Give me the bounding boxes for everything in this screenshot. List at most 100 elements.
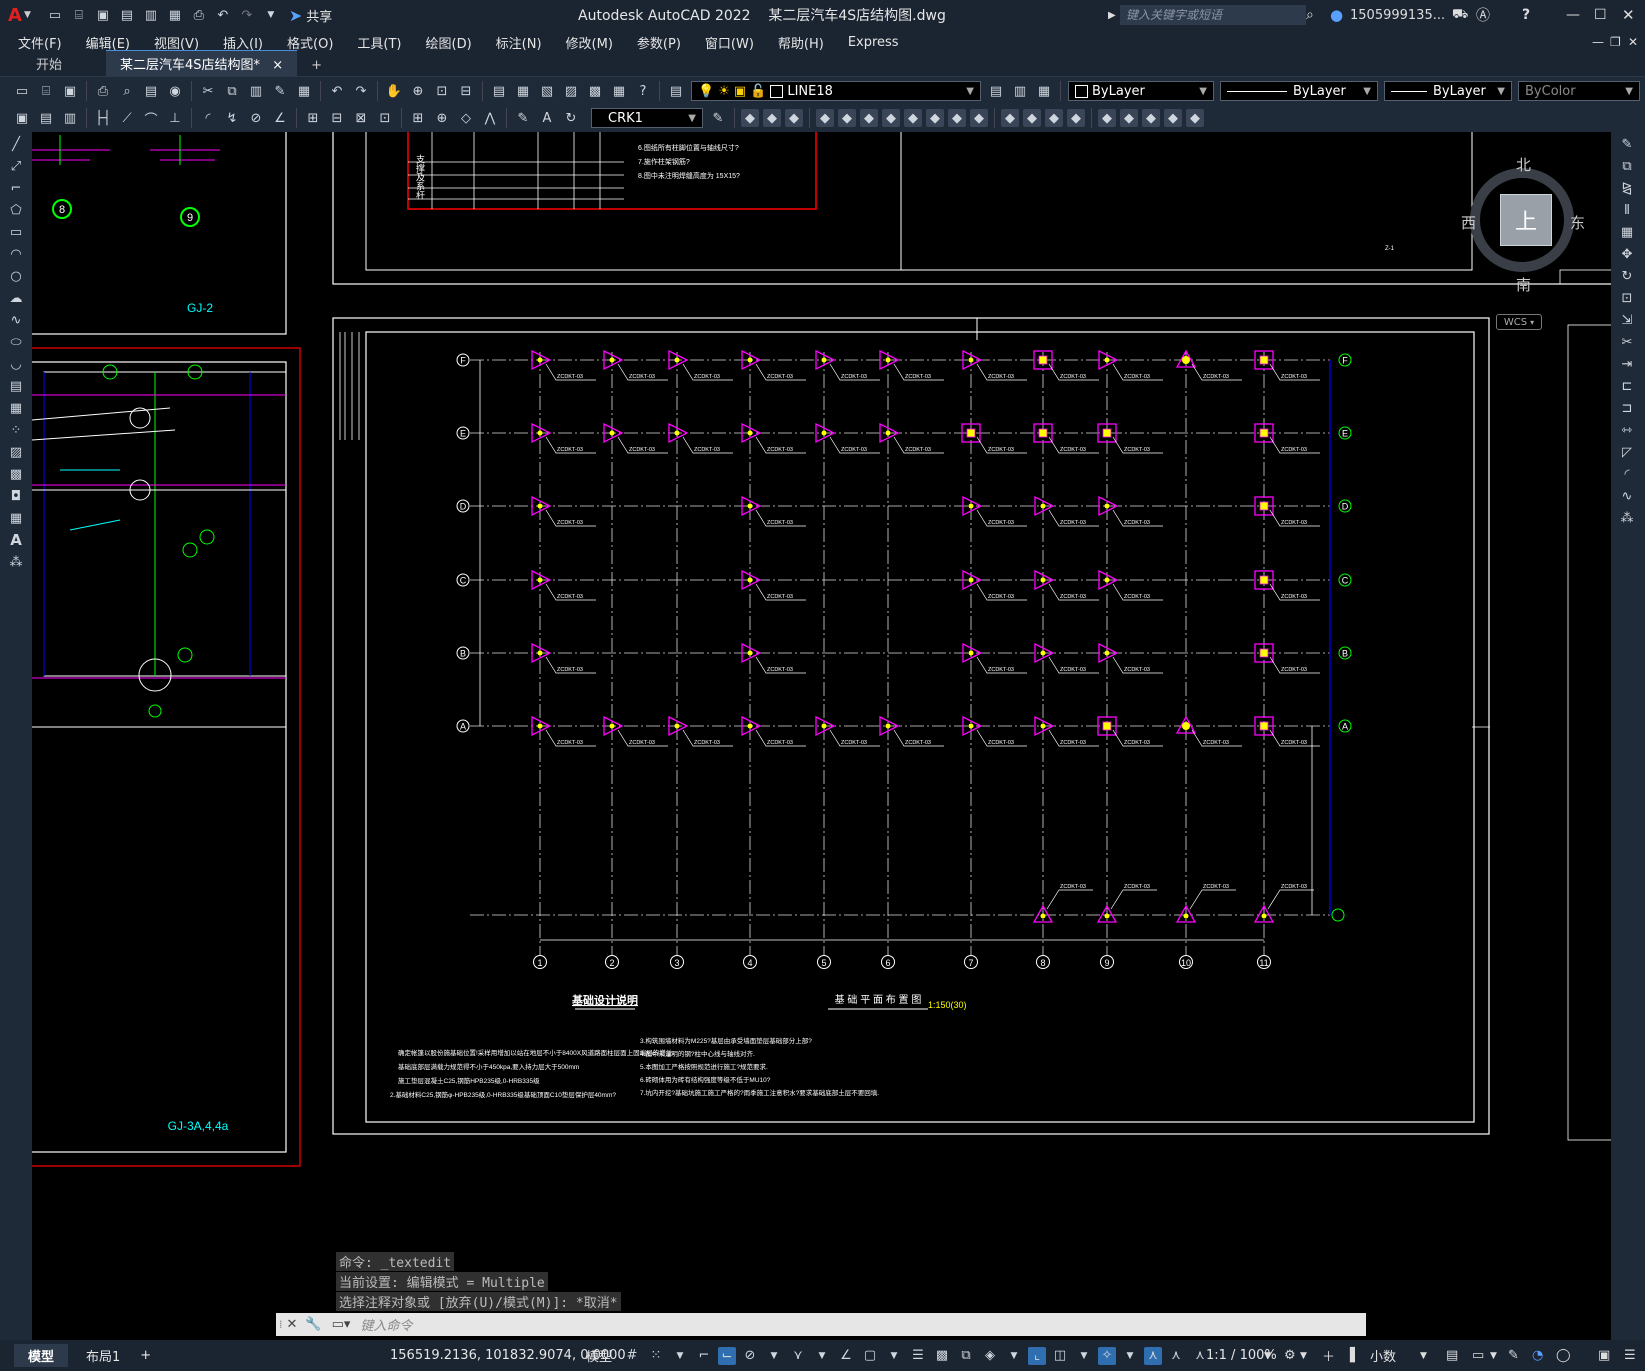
lineweight-dropdown[interactable]: ByLayer ▼ [1384, 81, 1512, 101]
modify-14-icon[interactable]: ◆ [1045, 109, 1063, 127]
isodraft-chevron-icon[interactable]: ▼ [812, 1346, 832, 1366]
autoscale-icon[interactable]: ⋏ [1166, 1346, 1186, 1366]
inspect-icon[interactable]: ◇ [456, 108, 476, 128]
qsave-icon[interactable]: ▣ [60, 81, 80, 101]
dim-aligned-icon[interactable]: ⟋ [117, 108, 137, 128]
doc-close-icon[interactable]: ✕ [1628, 35, 1638, 49]
dim-angular-icon[interactable]: ∠ [270, 108, 290, 128]
minimize-icon[interactable]: — [1566, 7, 1580, 23]
dim-continue-icon[interactable]: ⊠ [351, 108, 371, 128]
blend-icon[interactable]: ∿ [1616, 486, 1638, 506]
osnap-tracking-icon[interactable]: ∠ [836, 1346, 856, 1366]
layer-properties-icon[interactable]: ▤ [666, 81, 686, 101]
isodraft-icon[interactable]: ⋎ [788, 1346, 808, 1366]
polyline-icon[interactable]: ⌐ [5, 178, 27, 198]
join-icon[interactable]: ⇿ [1616, 420, 1638, 440]
close-window-icon[interactable]: ✕ [1622, 6, 1635, 24]
tab-model[interactable]: 模型 [14, 1344, 69, 1367]
help-button[interactable]: ? [1522, 7, 1530, 23]
tab-layout1[interactable]: 布局1 [80, 1346, 126, 1365]
tool-a-icon[interactable]: ▣ [12, 108, 32, 128]
plotstyle-chevron-icon[interactable]: ▼ [1625, 86, 1633, 97]
dimstyle-manager-icon[interactable]: ✎ [708, 108, 728, 128]
doc-minimize-icon[interactable]: — [1592, 35, 1604, 49]
dim-ordinate-icon[interactable]: ⊥ [165, 108, 185, 128]
quick-properties-icon[interactable]: ▤ [1446, 1348, 1458, 1363]
add-selected-icon[interactable]: ⁂ [5, 552, 27, 572]
modify-15-icon[interactable]: ◆ [1067, 109, 1085, 127]
layer-vp-icon[interactable]: ▣ [734, 84, 746, 99]
redo-toolbar-icon[interactable]: ↷ [351, 81, 371, 101]
region-icon[interactable]: ◘ [5, 486, 27, 506]
modify-16-icon[interactable]: ◆ [1098, 109, 1116, 127]
circle-icon[interactable]: ○ [5, 266, 27, 286]
toolpalettes-icon[interactable]: ▧ [537, 81, 557, 101]
arc-icon[interactable]: ◠ [5, 244, 27, 264]
command-customize-icon[interactable]: 🔧 [305, 1317, 321, 1332]
publish-icon[interactable]: ▤ [141, 81, 161, 101]
search-field[interactable]: 键入关键字或短语 [1120, 5, 1306, 25]
lineweight-chevron-icon[interactable]: ▼ [1497, 86, 1505, 97]
modify-7-icon[interactable]: ◆ [882, 109, 900, 127]
viewcube-top-face[interactable]: 上 [1500, 194, 1552, 246]
undo-toolbar-icon[interactable]: ↶ [327, 81, 347, 101]
command-grip-icon[interactable]: ⁞ [279, 1318, 283, 1331]
revcloud-icon[interactable]: ☁ [5, 288, 27, 308]
copy-obj-icon[interactable]: ⧉ [1616, 156, 1638, 176]
dim-jogged-icon[interactable]: ↯ [222, 108, 242, 128]
layer-on-icon[interactable]: 💡 [698, 84, 714, 99]
tab-drawing[interactable]: 某二层汽车4S店结构图* × [106, 50, 298, 76]
modify-10-icon[interactable]: ◆ [948, 109, 966, 127]
menu-edit[interactable]: 编辑(E) [74, 33, 142, 52]
layer-lock-icon[interactable]: 🔓 [750, 84, 766, 99]
autodesk-a360-icon[interactable]: Ⓐ [1476, 5, 1490, 25]
modify-2-icon[interactable]: ◆ [763, 109, 781, 127]
copy-icon[interactable]: ⧉ [222, 81, 242, 101]
new-tab-button[interactable]: + [297, 55, 336, 76]
make-current-layer-icon[interactable]: ▤ [986, 81, 1006, 101]
plotstyle-dropdown[interactable]: ByColor ▼ [1518, 81, 1640, 101]
open-icon[interactable]: ⌸ [36, 81, 56, 101]
dim-diameter-icon[interactable]: ⊘ [246, 108, 266, 128]
viewcube-south[interactable]: 南 [1516, 274, 1531, 295]
explode-icon[interactable]: ⁂ [1616, 508, 1638, 528]
units-dropdown[interactable]: 小数 [1364, 1346, 1402, 1365]
modify-11-icon[interactable]: ◆ [970, 109, 988, 127]
viewcube-east[interactable]: 东 [1570, 212, 1585, 233]
erase-icon[interactable]: ✎ [1616, 134, 1638, 154]
snap-icon[interactable]: ⁙ [646, 1346, 666, 1366]
app-menu-chevron-icon[interactable]: ▼ [24, 10, 31, 20]
share-button[interactable]: 共享 [306, 6, 332, 25]
save-web-icon[interactable]: ▦ [165, 5, 185, 25]
menu-view[interactable]: 视图(V) [142, 33, 211, 52]
share-icon[interactable]: ➤ [289, 6, 302, 25]
model-space-button[interactable]: 模型 [580, 1346, 618, 1365]
modify-4-icon[interactable]: ◆ [816, 109, 834, 127]
user-name[interactable]: 1505999135... [1350, 8, 1445, 23]
mtext-icon[interactable]: A [5, 530, 27, 550]
viewcube[interactable]: 上 北 南 西 东 WCS ▾ [1461, 144, 1588, 330]
table-icon[interactable]: ▦ [5, 508, 27, 528]
properties-icon[interactable]: ▤ [489, 81, 509, 101]
dimstyle-chevron-icon[interactable]: ▼ [688, 113, 696, 124]
command-input[interactable]: 键入命令 [360, 1315, 412, 1334]
gizmo-chevron-icon[interactable]: ▼ [1120, 1346, 1140, 1366]
ellipse-icon[interactable]: ⬭ [5, 332, 27, 352]
linetype-dropdown[interactable]: ByLayer ▼ [1220, 81, 1378, 101]
menu-modify[interactable]: 修改(M) [554, 33, 625, 52]
spline-icon[interactable]: ∿ [5, 310, 27, 330]
3d-print-icon[interactable]: ◉ [165, 81, 185, 101]
matchprop-icon[interactable]: ✎ [270, 81, 290, 101]
blockeditor-icon[interactable]: ▦ [294, 81, 314, 101]
tolerance-icon[interactable]: ⊞ [408, 108, 428, 128]
mirror-icon[interactable]: ⧎ [1616, 178, 1638, 198]
tab-start[interactable]: 开始 [22, 51, 76, 76]
osnap-icon[interactable]: ▢ [860, 1346, 880, 1366]
grid-icon[interactable]: # [622, 1346, 642, 1366]
print-icon[interactable]: ⎙ [189, 5, 209, 25]
layer-previous-icon[interactable]: ▥ [1010, 81, 1030, 101]
zoom-previous-icon[interactable]: ⊟ [456, 81, 476, 101]
sheetset-icon[interactable]: ▨ [561, 81, 581, 101]
rotate-icon[interactable]: ↻ [1616, 266, 1638, 286]
preview-icon[interactable]: ⌕ [117, 81, 137, 101]
